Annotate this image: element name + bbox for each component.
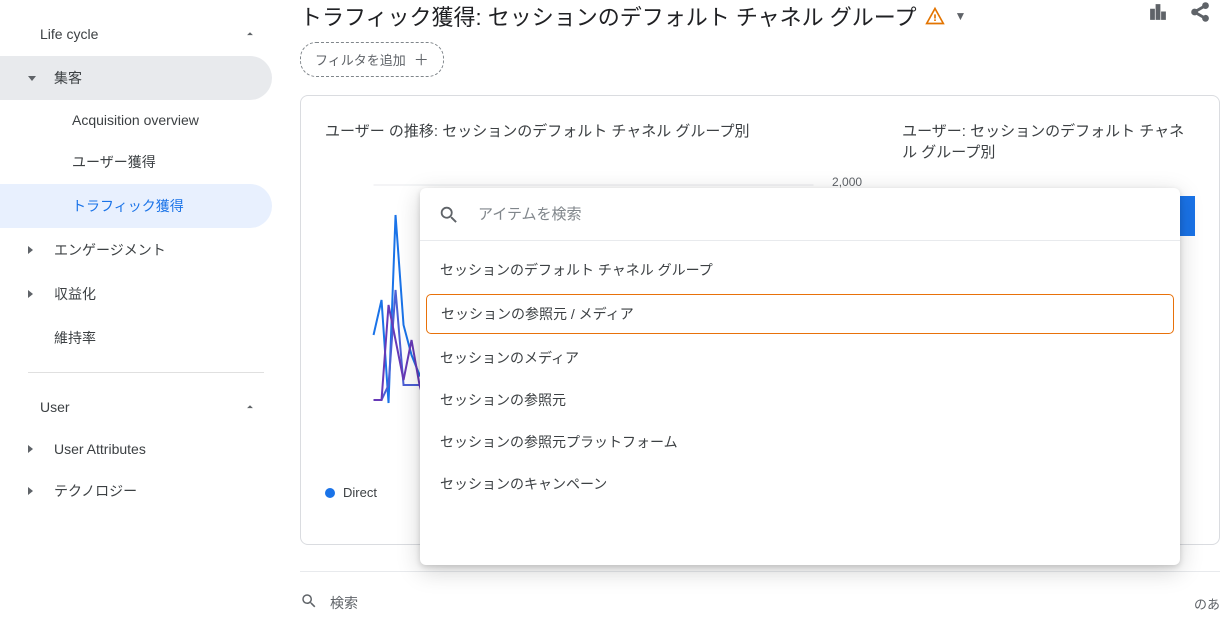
sidebar-item-engagement[interactable]: エンゲージメント [0,228,272,272]
chevron-up-icon [240,24,260,44]
divider [28,372,264,373]
page-title: トラフィック獲得: セッションのデフォルト チャネル グループ ▼ [292,0,1220,32]
filter-chip-label: フィルタを追加 [315,50,406,69]
dropdown-option[interactable]: セッションのキャンペーン [420,463,1180,505]
dropdown-list: セッションのデフォルト チャネル グループ セッションの参照元 / メディア セ… [420,241,1180,565]
caret-right-icon [28,246,33,254]
search-icon[interactable] [300,592,318,614]
dropdown-search-row [420,188,1180,241]
chart-title: ユーザー の推移: セッションのデフォルト チャネル グループ別 [325,120,862,141]
warning-icon[interactable] [924,5,946,27]
y-axis-label: 2,000 [832,175,862,189]
dropdown-option[interactable]: セッションの参照元 [420,379,1180,421]
sidebar: Life cycle 集客 Acquisition overview ユーザー獲… [0,0,280,634]
header-actions [1146,0,1212,24]
caret-right-icon [28,487,33,495]
sidebar-section-label: Life cycle [40,26,98,42]
caret-right-icon [28,290,33,298]
caret-right-icon [28,445,33,453]
dropdown-option[interactable]: セッションの参照元プラットフォーム [420,421,1180,463]
search-icon [438,204,458,224]
chevron-up-icon [240,397,260,417]
legend-dot-icon [325,488,335,498]
sidebar-section-user[interactable]: User [0,385,280,429]
page-title-text: トラフィック獲得: セッションのデフォルト チャネル グループ [300,0,916,32]
search-label[interactable]: 検索 [330,593,358,613]
trailing-text: のあ [1194,594,1220,613]
sidebar-item-label: Acquisition overview [72,112,199,128]
sidebar-item-label: ユーザー獲得 [72,154,156,170]
plus-icon: ＋ [414,49,429,70]
chart-title: ユーザー: セッションのデフォルト チャネル グループ別 [902,120,1195,162]
sidebar-item-acquisition-overview[interactable]: Acquisition overview [0,100,272,140]
sidebar-item-retention[interactable]: 維持率 [0,316,272,360]
caret-down-icon [28,76,36,81]
sidebar-item-user-attributes[interactable]: User Attributes [0,429,272,469]
sidebar-item-label: User Attributes [54,441,146,457]
sidebar-item-label: 集客 [54,68,82,88]
sidebar-item-monetization[interactable]: 収益化 [0,272,272,316]
sidebar-item-acquisition[interactable]: 集客 [0,56,272,100]
sidebar-section-label: User [40,399,70,415]
sidebar-item-label: エンゲージメント [54,240,166,260]
dropdown-caret-icon[interactable]: ▼ [954,9,966,23]
table-search-row: 検索 のあ [300,571,1220,614]
sidebar-item-label: トラフィック獲得 [72,198,184,214]
insights-icon[interactable] [1146,0,1170,24]
add-filter-chip[interactable]: フィルタを追加 ＋ [300,42,444,77]
legend-label: Direct [343,485,377,500]
sidebar-item-technology[interactable]: テクノロジー [0,469,272,513]
sidebar-item-traffic-acquisition[interactable]: トラフィック獲得 [0,184,272,228]
sidebar-item-label: 収益化 [54,284,96,304]
dropdown-option[interactable]: セッションのデフォルト チャネル グループ [420,249,1180,291]
sidebar-item-user-acquisition[interactable]: ユーザー獲得 [0,140,272,184]
dropdown-search-input[interactable] [478,206,1162,223]
sidebar-section-lifecycle[interactable]: Life cycle [0,12,280,56]
dimension-dropdown: セッションのデフォルト チャネル グループ セッションの参照元 / メディア セ… [420,188,1180,565]
share-icon[interactable] [1188,0,1212,24]
dropdown-option-highlighted[interactable]: セッションの参照元 / メディア [426,294,1174,334]
sidebar-item-label: 維持率 [54,328,96,348]
sidebar-item-label: テクノロジー [54,481,137,501]
dropdown-option[interactable]: セッションのメディア [420,337,1180,379]
